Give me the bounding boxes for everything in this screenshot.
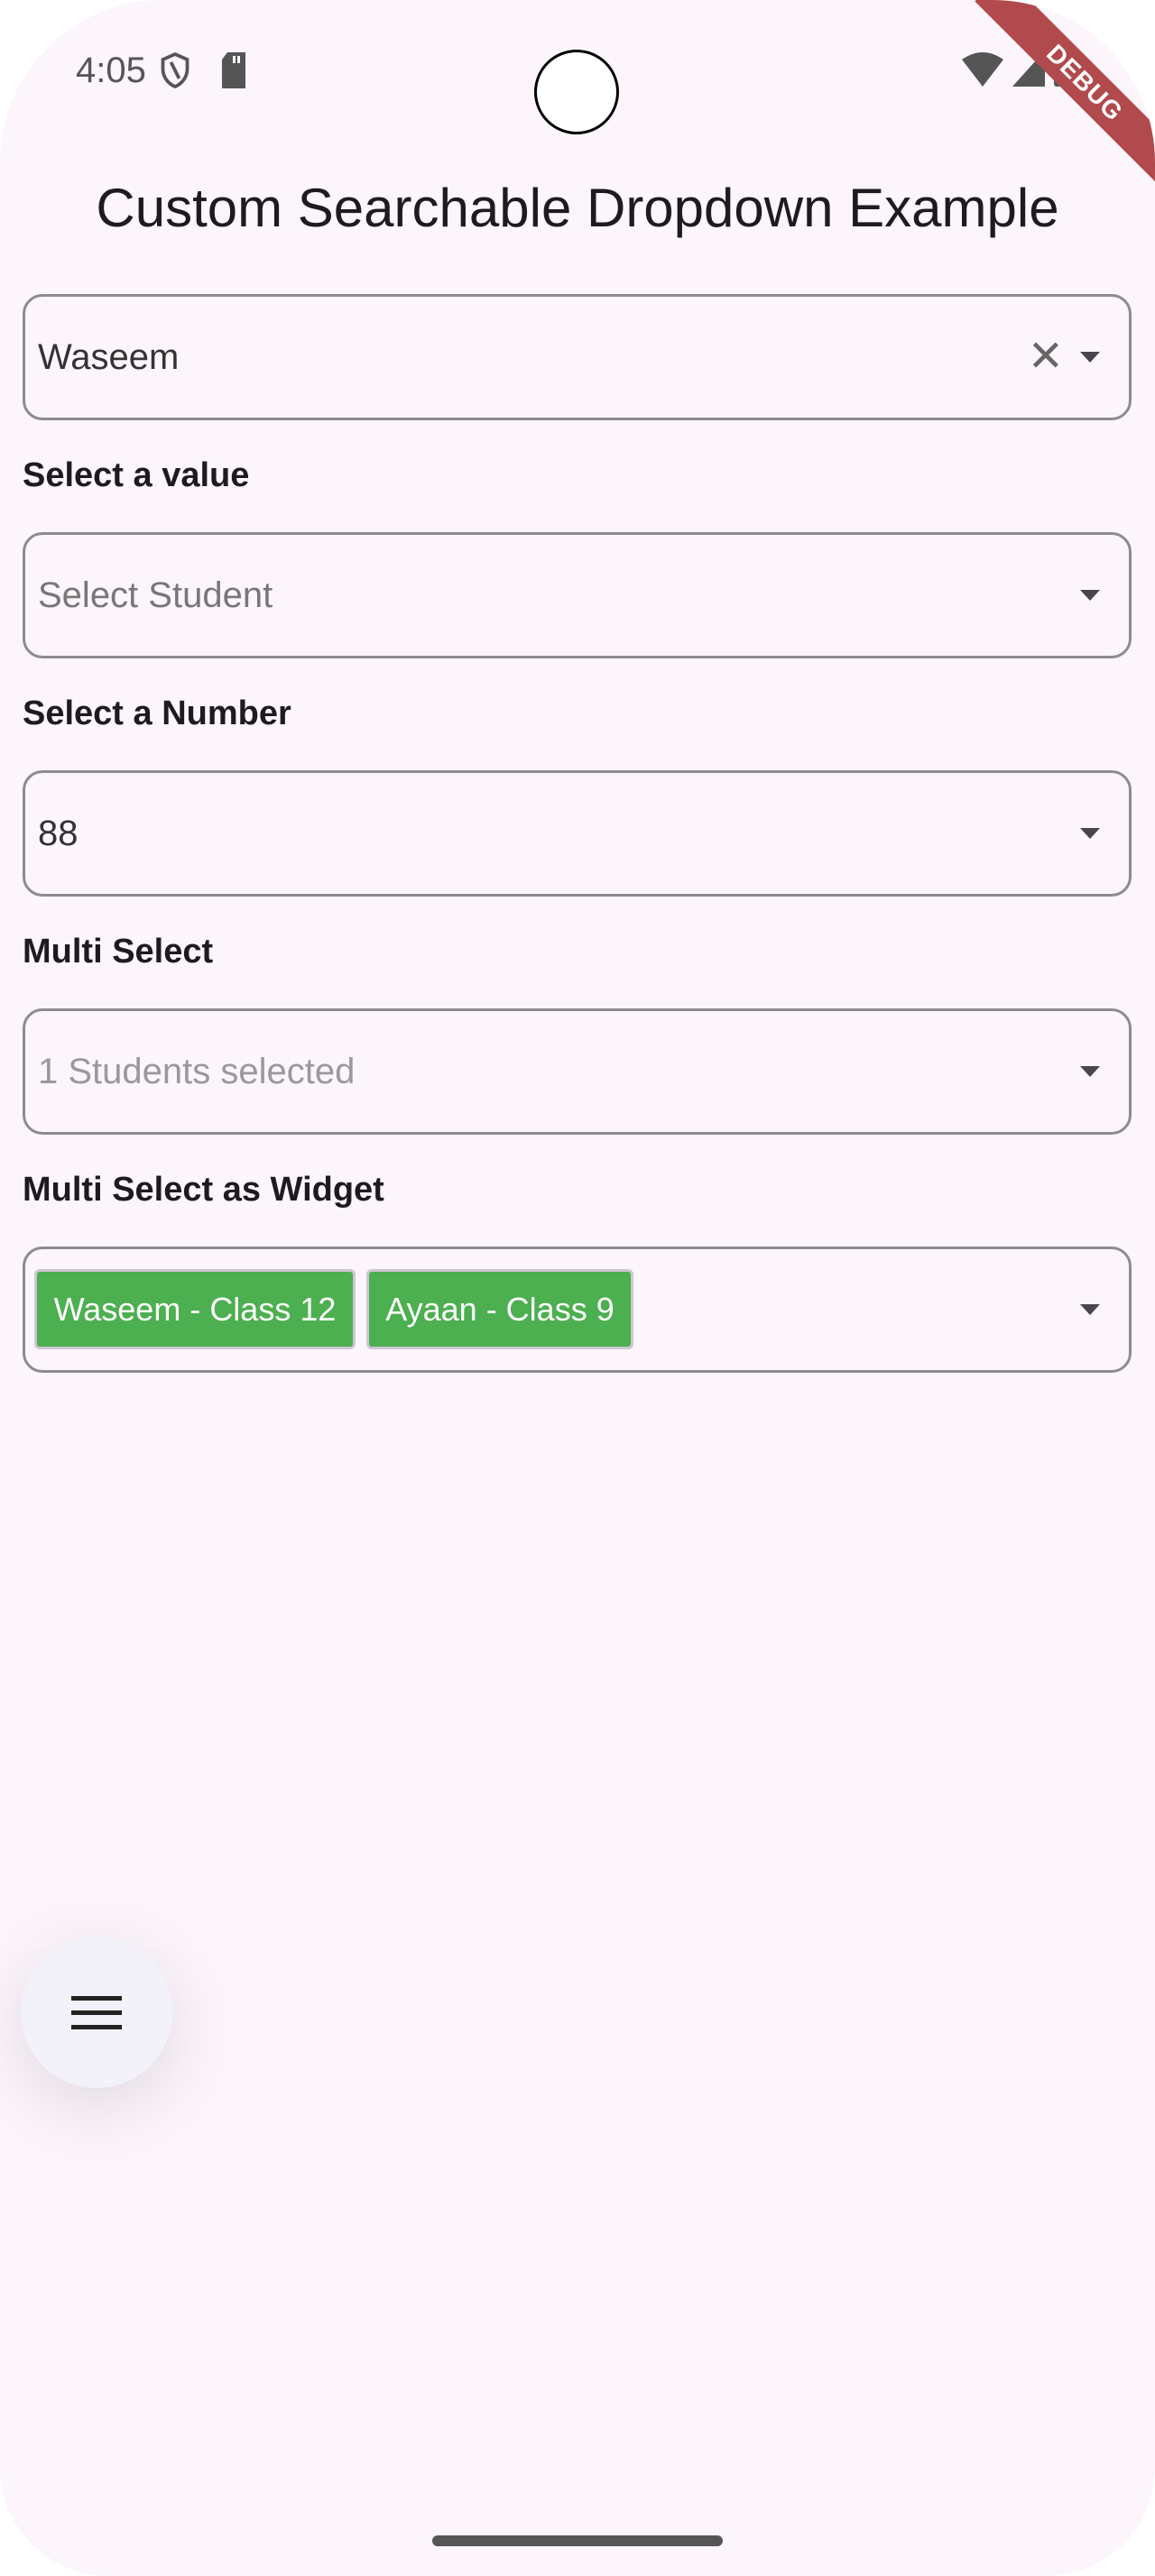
page-title: Custom Searchable Dropdown Example xyxy=(96,178,1059,238)
dropdown-summary: 1 Students selected xyxy=(38,1051,356,1091)
shield-icon xyxy=(161,51,189,89)
dropdown-value: Waseem xyxy=(38,336,180,377)
arrow-drop-down-icon[interactable] xyxy=(1080,1304,1100,1315)
multi-select-widget-dropdown[interactable]: Waseem - Class 12 Ayaan - Class 9 xyxy=(23,1247,1132,1373)
select-student-dropdown[interactable]: Select Student xyxy=(23,532,1132,658)
student-dropdown-selected[interactable]: Waseem ✕ xyxy=(23,294,1132,420)
chip-ayaan[interactable]: Ayaan - Class 9 xyxy=(366,1269,633,1349)
dropdown-placeholder: Select Student xyxy=(38,575,273,615)
menu-fab-button[interactable] xyxy=(21,1937,172,2088)
sd-card-icon xyxy=(221,52,245,88)
arrow-drop-down-icon[interactable] xyxy=(1080,352,1100,363)
menu-icon xyxy=(71,1996,122,2029)
multi-select-widget-label: Multi Select as Widget xyxy=(23,1171,384,1209)
home-indicator[interactable] xyxy=(432,2535,723,2546)
select-number-dropdown[interactable]: 88 xyxy=(23,770,1132,897)
select-value-label: Select a value xyxy=(23,456,250,494)
screen: 4:05 DEBUG Custom Searchable Dropdown Ex… xyxy=(0,0,1155,2576)
close-icon[interactable]: ✕ xyxy=(1028,334,1064,381)
status-time: 4:05 xyxy=(76,50,146,90)
dropdown-value: 88 xyxy=(38,813,79,853)
wifi-icon xyxy=(962,52,1003,87)
multi-select-dropdown[interactable]: 1 Students selected xyxy=(23,1008,1132,1135)
multi-select-label: Multi Select xyxy=(23,933,214,971)
arrow-drop-down-icon[interactable] xyxy=(1080,1066,1100,1077)
arrow-drop-down-icon[interactable] xyxy=(1080,590,1100,601)
select-number-label: Select a Number xyxy=(23,695,291,732)
arrow-drop-down-icon[interactable] xyxy=(1080,828,1100,839)
camera-cutout xyxy=(534,50,619,134)
chip-waseem[interactable]: Waseem - Class 12 xyxy=(34,1269,356,1349)
status-bar-left: 4:05 xyxy=(76,47,247,94)
debug-banner: DEBUG xyxy=(975,0,1155,193)
